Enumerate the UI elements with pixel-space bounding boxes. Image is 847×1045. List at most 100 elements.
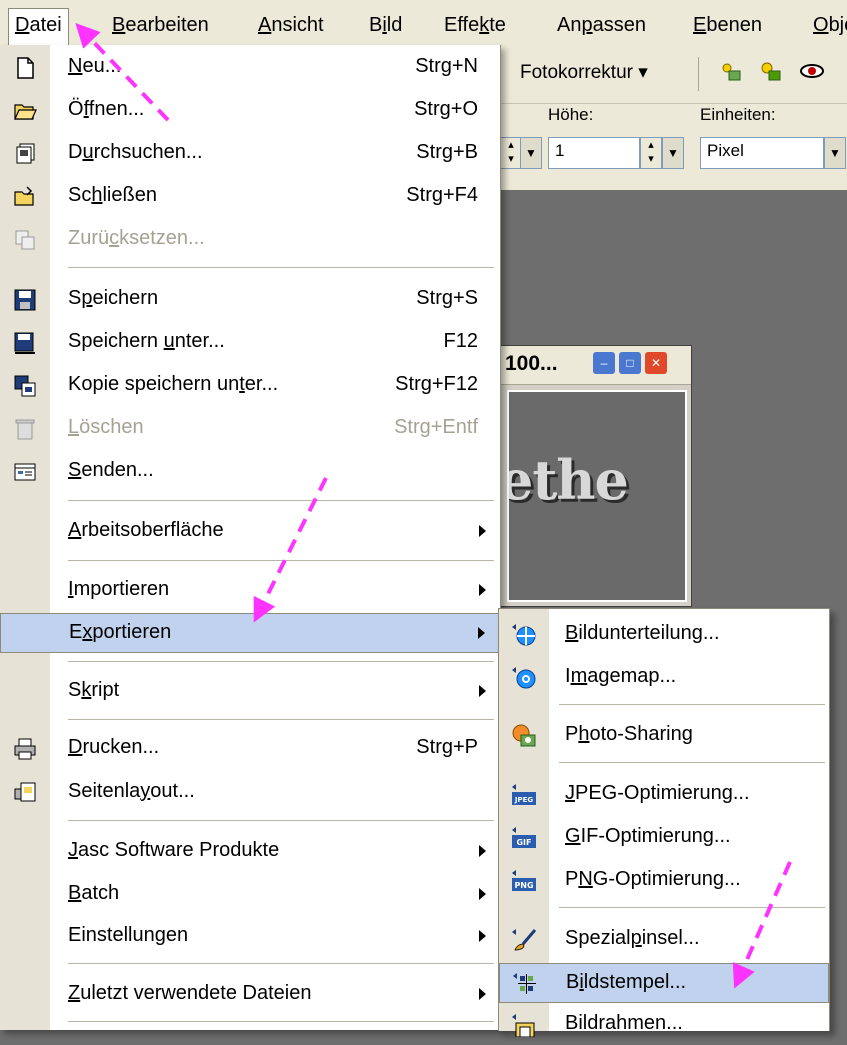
menu-item-loeschen: Löschen Strg+Entf [0, 409, 500, 449]
menu-ansicht[interactable]: Ansicht [258, 12, 324, 38]
hoehe-spinner[interactable]: ▴ ▾ [640, 137, 662, 169]
export-submenu: Bildunterteilung... Imagemap... Photo-Sh… [498, 608, 830, 1037]
submenu-arrow-icon [479, 845, 486, 857]
submenu-item-bildrahmen[interactable]: Bildrahmen... [499, 1005, 829, 1045]
submenu-item-bildunterteilung[interactable]: Bildunterteilung... [499, 615, 829, 655]
hoehe-dropdown-button[interactable]: ▼ [662, 137, 684, 169]
picture-tube-icon [513, 973, 536, 994]
menu-item-kopie-speichern[interactable]: Kopie speichern unter... Strg+F12 [0, 366, 500, 406]
document-title-bar: 100... – □ ✕ [501, 346, 691, 385]
menu-separator [68, 963, 494, 964]
save-copy-icon [14, 375, 36, 397]
fotokorrektur-dropdown[interactable]: Fotokorrektur ▾ [520, 61, 648, 84]
shortcut: Strg+O [414, 98, 478, 120]
document-canvas[interactable]: ethe [507, 390, 687, 602]
page-layout-icon [14, 782, 36, 802]
submenu-item-png[interactable]: PNG PNG-Optimierung... [499, 861, 829, 901]
width-spinner[interactable]: ▴ ▾ [500, 137, 522, 169]
menu-item-arbeitsoberflaeche[interactable]: Arbeitsoberfläche [0, 512, 500, 552]
menu-effekte[interactable]: Effekte [444, 12, 506, 38]
smart-photo-fix-icon[interactable] [758, 59, 782, 83]
menu-item-oeffnen[interactable]: Öffnen... Strg+O [0, 91, 500, 131]
menu-item-senden[interactable]: Senden... [0, 452, 500, 492]
menu-item-zuletzt-verwendete[interactable]: Zuletzt verwendete Dateien [0, 975, 500, 1015]
menu-item-seitenlayout[interactable]: Seitenlayout... [0, 773, 500, 813]
submenu-separator [559, 762, 825, 763]
menu-separator [68, 820, 494, 821]
shortcut: Strg+S [416, 287, 478, 309]
submenu-item-jpeg[interactable]: JPEG JPEG-Optimierung... [499, 775, 829, 815]
png-icon: PNG [512, 870, 536, 891]
imagemap-icon [512, 667, 536, 689]
einheiten-label: Einheiten: [700, 105, 776, 124]
jpeg-icon: JPEG [512, 784, 536, 805]
shortcut: Strg+N [415, 55, 478, 77]
image-slicer-icon [512, 624, 536, 646]
submenu-arrow-icon [479, 685, 486, 697]
red-eye-icon[interactable] [800, 59, 824, 83]
menu-ebenen[interactable]: Ebenen [693, 12, 762, 38]
save-icon [14, 289, 36, 311]
close-button[interactable]: ✕ [645, 352, 667, 374]
menu-bild[interactable]: Bild [369, 12, 402, 38]
menu-item-schliessen[interactable]: Schließen Strg+F4 [0, 177, 500, 217]
einheiten-select[interactable]: Pixel [700, 137, 824, 169]
shortcut: Strg+B [416, 141, 478, 163]
menu-item-batch[interactable]: Batch [0, 875, 500, 915]
submenu-item-spezialpinsel[interactable]: Spezialpinsel... [499, 920, 829, 960]
submenu-arrow-icon [478, 627, 485, 639]
menu-item-exportieren[interactable]: Exportieren [0, 613, 500, 653]
svg-text:PNG: PNG [514, 881, 533, 890]
revert-icon [15, 230, 35, 250]
menu-item-drucken[interactable]: Drucken... Strg+P [0, 729, 500, 769]
browse-icon [16, 143, 35, 164]
minimize-button[interactable]: – [593, 352, 615, 374]
photo-sharing-icon [512, 724, 536, 747]
menu-bar: Datei Bearbeiten Ansicht Bild Effekte An… [0, 0, 847, 46]
menu-item-importieren[interactable]: Importieren [0, 571, 500, 611]
close-folder-icon [14, 186, 34, 206]
menu-item-neu[interactable]: Neu... Strg+N [0, 48, 500, 88]
save-as-icon [14, 332, 35, 354]
document-title: 100... [505, 352, 558, 375]
menu-item-speichern[interactable]: Speichern Strg+S [0, 280, 500, 320]
menu-separator [68, 500, 494, 501]
hoehe-label: Höhe: [548, 105, 594, 124]
submenu-item-photo-sharing[interactable]: Photo-Sharing [499, 716, 829, 756]
submenu-arrow-icon [479, 988, 486, 1000]
shortcut: Strg+P [416, 736, 478, 758]
trash-icon [15, 419, 35, 440]
svg-text:GIF: GIF [516, 838, 531, 847]
shortcut: Strg+Entf [394, 416, 478, 438]
send-icon [14, 463, 36, 481]
menu-item-skript[interactable]: Skript [0, 672, 500, 712]
printer-icon [14, 738, 36, 760]
menu-objekte[interactable]: Obje [813, 12, 847, 38]
auto-enhance-icon[interactable] [718, 59, 742, 83]
submenu-arrow-icon [479, 888, 486, 900]
document-window: 100... – □ ✕ ethe [500, 345, 692, 607]
maximize-button[interactable]: □ [619, 352, 641, 374]
menu-item-einstellungen[interactable]: Einstellungen [0, 917, 500, 957]
menu-item-jasc-software[interactable]: Jasc Software Produkte [0, 832, 500, 872]
submenu-arrow-icon [479, 525, 486, 537]
submenu-arrow-icon [479, 930, 486, 942]
menu-bearbeiten[interactable]: Bearbeiten [112, 12, 209, 38]
toolbar-separator [698, 57, 699, 91]
menu-datei[interactable]: Datei [8, 8, 69, 46]
width-dropdown-button[interactable]: ▼ [520, 137, 542, 169]
menu-item-speichern-unter[interactable]: Speichern unter... F12 [0, 323, 500, 363]
menu-separator [68, 1021, 494, 1022]
tool-options-area: Fotokorrektur ▾ ▴ ▾ ▼ Höhe: 1 ▴ ▾ ▼ Einhei… [500, 45, 847, 190]
submenu-item-imagemap[interactable]: Imagemap... [499, 658, 829, 698]
hoehe-input[interactable]: 1 [548, 137, 640, 169]
menu-item-zuruecksetzen: Zurücksetzen... [0, 220, 500, 260]
submenu-item-bildstempel[interactable]: Bildstempel... [499, 963, 829, 1003]
gif-icon: GIF [512, 827, 536, 848]
submenu-item-gif[interactable]: GIF GIF-Optimierung... [499, 818, 829, 858]
open-folder-icon [14, 104, 37, 120]
menu-item-durchsuchen[interactable]: Durchsuchen... Strg+B [0, 134, 500, 174]
shortcut: Strg+F4 [406, 184, 478, 206]
menu-anpassen[interactable]: Anpassen [557, 12, 646, 38]
einheiten-dropdown-button[interactable]: ▼ [824, 137, 846, 169]
